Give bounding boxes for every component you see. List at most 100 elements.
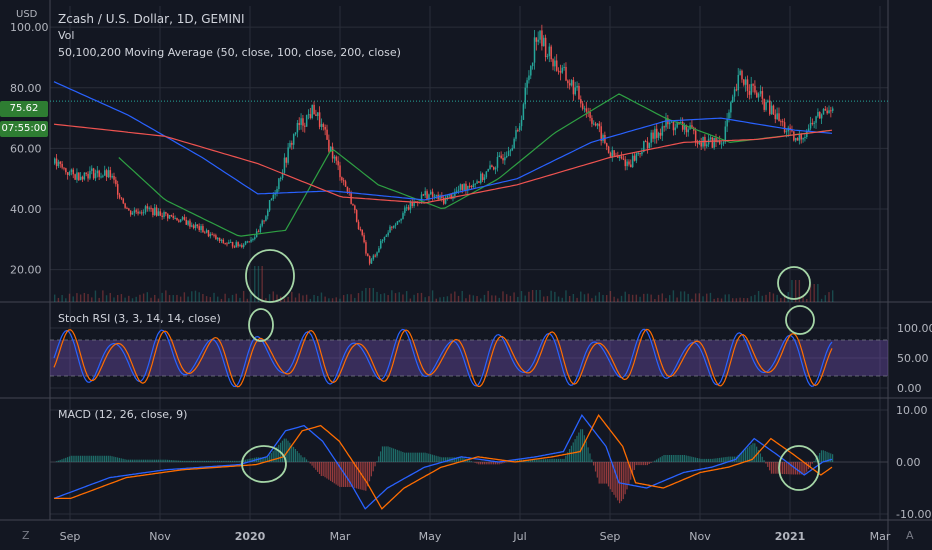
- macd-histogram-bar: [318, 462, 321, 474]
- macd-histogram-bar: [554, 458, 556, 462]
- macd-histogram-bar: [115, 457, 117, 462]
- volume-bar: [79, 294, 82, 302]
- volume-bar: [443, 296, 445, 302]
- candle-body: [481, 173, 484, 181]
- stoch-rsi-indicator-label[interactable]: Stoch RSI (3, 3, 14, 14, close): [58, 312, 221, 325]
- candle-body: [739, 70, 741, 75]
- stoch-tick-label: 100.00: [897, 322, 932, 335]
- candle-body: [561, 67, 564, 73]
- candle-body: [548, 46, 551, 57]
- volume-bar: [161, 292, 163, 302]
- volume-bar: [687, 293, 689, 302]
- last-price-tag: 75.62: [0, 101, 48, 117]
- candle-body: [806, 131, 808, 137]
- macd-histogram-bar: [696, 458, 698, 462]
- macd-histogram-bar: [541, 459, 543, 462]
- candle-body: [289, 142, 291, 148]
- volume-bar: [643, 293, 645, 302]
- macd-histogram-bar: [278, 444, 280, 462]
- candle-body: [574, 87, 577, 95]
- candle-body: [687, 129, 690, 133]
- volume-bar: [602, 294, 604, 302]
- macd-histogram-bar: [113, 456, 115, 462]
- volume-indicator-label[interactable]: Vol: [58, 29, 74, 42]
- candle-body: [700, 142, 702, 147]
- macd-histogram-bar: [689, 456, 691, 462]
- candle-body: [178, 220, 180, 222]
- macd-histogram-bar: [157, 459, 159, 462]
- volume-bar: [309, 298, 312, 302]
- candle-body: [430, 191, 432, 195]
- candle-body: [144, 206, 147, 213]
- macd-histogram-bar: [192, 460, 195, 462]
- volume-bar: [109, 292, 111, 302]
- symbol-title[interactable]: Zcash / U.S. Dollar, 1D, GEMINI: [58, 12, 245, 26]
- candle-body: [554, 60, 556, 67]
- macd-histogram-bar: [441, 457, 443, 462]
- volume-bar: [187, 296, 189, 302]
- candle-body: [767, 100, 769, 103]
- candle-body: [568, 83, 571, 86]
- macd-histogram-bar: [411, 452, 413, 462]
- candle-body: [283, 157, 286, 173]
- volume-bar: [694, 293, 697, 302]
- candle-body: [776, 113, 778, 120]
- auto-scale-button[interactable]: A: [906, 529, 914, 542]
- volume-bar: [368, 288, 371, 302]
- macd-histogram-bar: [561, 458, 563, 462]
- time-tick-label: Mar: [870, 530, 891, 543]
- volume-bar: [639, 296, 641, 302]
- candle-body: [291, 142, 293, 145]
- volume-bar: [287, 296, 289, 302]
- volume-bar: [217, 296, 219, 302]
- candle-body: [772, 105, 775, 115]
- candle-body: [498, 155, 501, 157]
- volume-bar: [205, 296, 208, 302]
- macd-histogram-bar: [141, 459, 143, 462]
- macd-histogram-bar: [305, 459, 308, 462]
- candle-body: [565, 66, 567, 81]
- candle-body: [794, 138, 797, 141]
- chart-canvas[interactable]: 100.00 80.00 60.00 40.00 20.00 100.00 50.00 0.0…: [0, 0, 932, 550]
- candle-body: [170, 214, 173, 216]
- time-tick-label: Nov: [689, 530, 711, 543]
- macd-histogram-bar: [79, 455, 82, 462]
- volume-bar: [465, 298, 467, 302]
- candle-body: [509, 150, 512, 152]
- macd-histogram-bar: [663, 454, 665, 462]
- time-tick-label: Mar: [330, 530, 351, 543]
- candle-body: [368, 255, 371, 264]
- macd-histogram-bar: [359, 462, 361, 490]
- macd-indicator-label[interactable]: MACD (12, 26, close, 9): [58, 408, 187, 421]
- candle-body: [435, 194, 438, 196]
- candle-body: [680, 121, 682, 123]
- macd-histogram-bar: [63, 458, 65, 462]
- candle-body: [313, 104, 315, 115]
- volume-bar: [520, 291, 523, 302]
- candle-body: [563, 66, 565, 68]
- macd-histogram-bar: [713, 458, 715, 462]
- macd-histogram-bar: [66, 457, 69, 462]
- volume-bar: [543, 296, 545, 302]
- candle-body: [146, 206, 149, 209]
- macd-histogram-bar: [233, 460, 235, 462]
- macd-histogram-bar: [224, 460, 226, 462]
- macd-histogram-bar: [65, 457, 67, 462]
- macd-histogram-bar: [100, 455, 102, 462]
- price-tick-label: 20.00: [10, 264, 42, 277]
- volume-bar: [294, 297, 297, 302]
- candle-body: [785, 131, 788, 133]
- candle-body: [148, 207, 150, 209]
- macd-histogram-bar: [744, 449, 747, 462]
- macd-histogram-bar: [417, 452, 419, 462]
- volume-bar: [691, 298, 693, 302]
- moving-average-indicator-label[interactable]: 50,100,200 Moving Average (50, close, 10…: [58, 46, 401, 59]
- macd-histogram-bar: [832, 454, 834, 462]
- macd-tick-label: -10.00: [896, 508, 931, 521]
- macd-histogram-bar: [489, 462, 491, 465]
- volume-bar: [365, 288, 367, 302]
- candle-body: [296, 122, 299, 133]
- macd-histogram-bar: [159, 459, 161, 462]
- macd-histogram-bar: [363, 462, 365, 491]
- timezone-button[interactable]: Z: [22, 529, 30, 542]
